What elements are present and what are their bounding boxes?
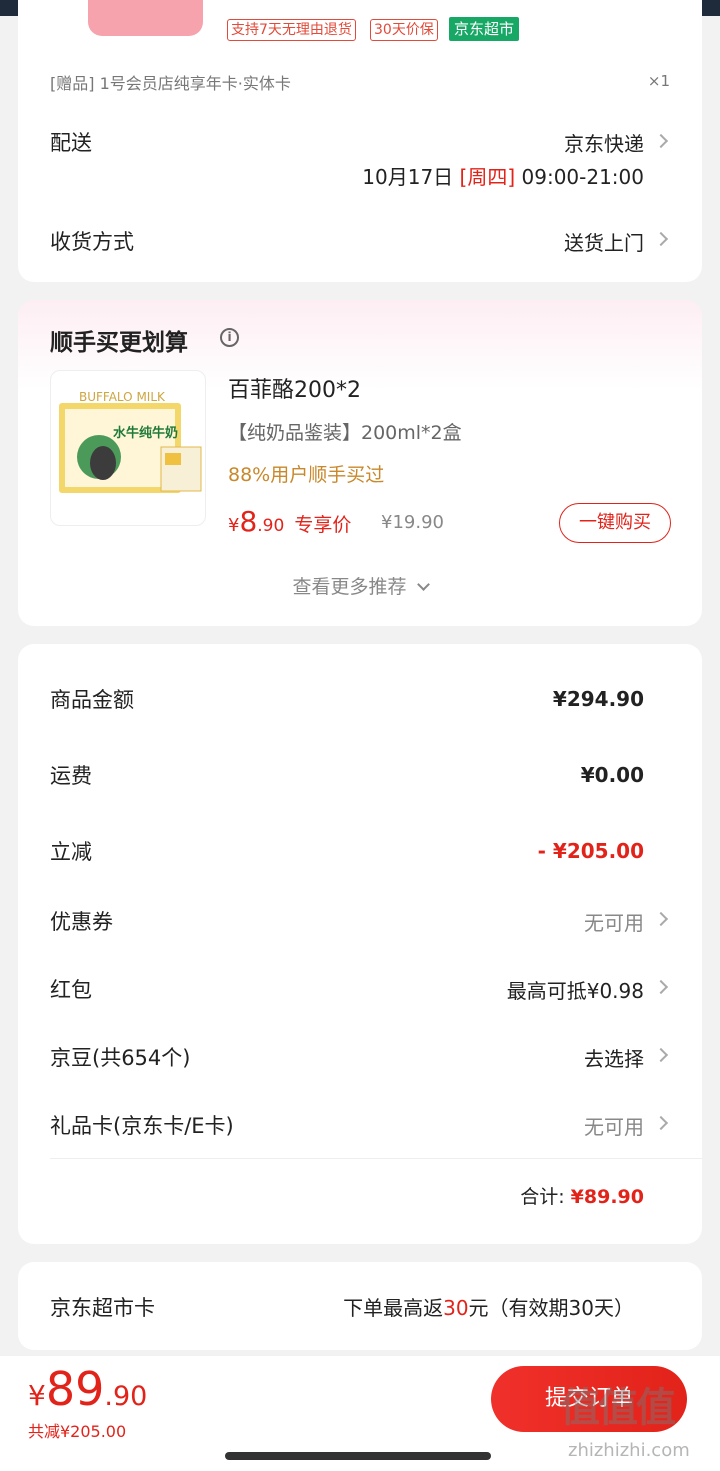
rebate-prefix: 下单最高返 — [343, 1296, 444, 1320]
pay-price-integer: 89 — [45, 1362, 105, 1416]
watermark-url: zhizhizhi.com — [568, 1440, 690, 1461]
chevron-right-icon[interactable] — [653, 1115, 669, 1131]
instant-discount-value: - ¥205.00 — [537, 839, 644, 863]
product-name[interactable]: 百菲酪200*2 — [228, 372, 361, 404]
price-protect-tag: 30天价保 — [370, 19, 438, 41]
view-more-button[interactable]: 查看更多推荐 — [18, 572, 702, 599]
chevron-right-icon[interactable] — [653, 231, 669, 247]
pay-price-symbol: ¥ — [28, 1379, 46, 1412]
milk-box-icon: BUFFALO MILK 水牛纯牛奶 — [59, 390, 202, 493]
gift-quantity: ×1 — [647, 72, 670, 90]
coupon-label: 优惠券 — [50, 910, 113, 934]
jd-beans-value[interactable]: 去选择 — [584, 1043, 644, 1072]
red-packet-value[interactable]: 最高可抵¥0.98 — [507, 975, 644, 1004]
supermarket-card-row[interactable]: 京东超市卡 下单最高返30元（有效期30天） — [18, 1262, 702, 1350]
chevron-down-icon — [416, 578, 430, 591]
info-icon[interactable]: i — [220, 328, 239, 347]
red-packet-label: 红包 — [50, 978, 92, 1002]
shipping-fee-value: ¥0.00 — [580, 763, 644, 787]
pay-price-decimal: .90 — [104, 1381, 148, 1412]
gift-card-label: 礼品卡(京东卡/E卡) — [50, 1114, 234, 1138]
jd-beans-label: 京豆(共654个) — [50, 1046, 191, 1070]
chevron-right-icon[interactable] — [653, 979, 669, 995]
chevron-right-icon[interactable] — [653, 1047, 669, 1063]
rebate-suffix: 元（有效期30天） — [468, 1296, 634, 1320]
price-integer: 8 — [239, 505, 258, 538]
recommendation-card: 顺手买更划算 i BUFFALO MILK 水牛纯牛奶 百菲酪200*2 【纯奶… — [18, 300, 702, 626]
return-tag: 支持7天无理由退货 — [227, 19, 356, 41]
delivery-label: 配送 — [50, 131, 92, 155]
product-image-title: 水牛纯牛奶 — [113, 425, 178, 441]
supermarket-card-value: 下单最高返30元（有效期30天） — [343, 1292, 634, 1321]
supermarket-card-label: 京东超市卡 — [50, 1296, 155, 1320]
view-more-label: 查看更多推荐 — [292, 576, 407, 598]
recommend-title: 顺手买更划算 — [50, 330, 188, 356]
one-click-buy-button[interactable]: 一键购买 — [559, 503, 671, 543]
order-summary-card: 商品金额 ¥294.90 运费 ¥0.00 立减 - ¥205.00 优惠券 无… — [18, 644, 702, 1244]
delivery-weekday: [周四] — [459, 165, 516, 189]
price-decimal: .90 — [257, 516, 285, 536]
order-total: 合计: ¥89.90 — [520, 1182, 644, 1209]
goods-amount-value: ¥294.90 — [552, 687, 644, 711]
original-price: ¥19.90 — [381, 512, 444, 533]
price-label: 专享价 — [294, 514, 352, 536]
gift-item: [赠品] 1号会员店纯享年卡·实体卡 — [50, 74, 291, 93]
total-value: ¥89.90 — [570, 1186, 644, 1208]
product-spec: 【纯奶品鉴装】200ml*2盒 — [228, 422, 462, 444]
goods-amount-label: 商品金额 — [50, 688, 134, 712]
bought-percent: 88%用户顺手买过 — [228, 464, 385, 486]
product-image-brand: BUFFALO MILK — [79, 390, 166, 404]
delivery-date: 10月17日 — [362, 165, 454, 189]
chevron-right-icon[interactable] — [653, 911, 669, 927]
chevron-right-icon[interactable] — [653, 133, 669, 149]
divider — [50, 1158, 702, 1159]
receive-method-label: 收货方式 — [50, 230, 134, 254]
total-saved: 共减¥205.00 — [28, 1422, 127, 1441]
payable-price: ¥89.90 — [28, 1362, 147, 1416]
jd-supermarket-badge: 京东超市 — [449, 17, 520, 41]
delivery-time-slot: 09:00-21:00 — [521, 165, 645, 189]
exclusive-price: ¥8.90 专享价 — [228, 505, 351, 538]
home-indicator[interactable] — [225, 1452, 491, 1460]
shipping-fee-label: 运费 — [50, 764, 92, 788]
delivery-time[interactable]: 10月17日 [周四] 09:00-21:00 — [362, 161, 644, 190]
receive-method-value[interactable]: 送货上门 — [564, 227, 644, 256]
coupon-value[interactable]: 无可用 — [584, 907, 644, 936]
gift-card-value[interactable]: 无可用 — [584, 1111, 644, 1140]
product-image-edge — [88, 0, 203, 36]
rebate-amount: 30 — [443, 1296, 469, 1320]
price-symbol: ¥ — [228, 515, 240, 536]
product-image[interactable]: BUFFALO MILK 水牛纯牛奶 — [50, 370, 206, 526]
total-label: 合计: — [520, 1186, 565, 1208]
watermark-logo: 值值值 — [560, 1385, 676, 1431]
delivery-carrier[interactable]: 京东快递 — [564, 128, 644, 157]
delivery-card: 支持7天无理由退货 30天价保 京东超市 [赠品] 1号会员店纯享年卡·实体卡 … — [18, 0, 702, 282]
instant-discount-label: 立减 — [50, 840, 92, 864]
